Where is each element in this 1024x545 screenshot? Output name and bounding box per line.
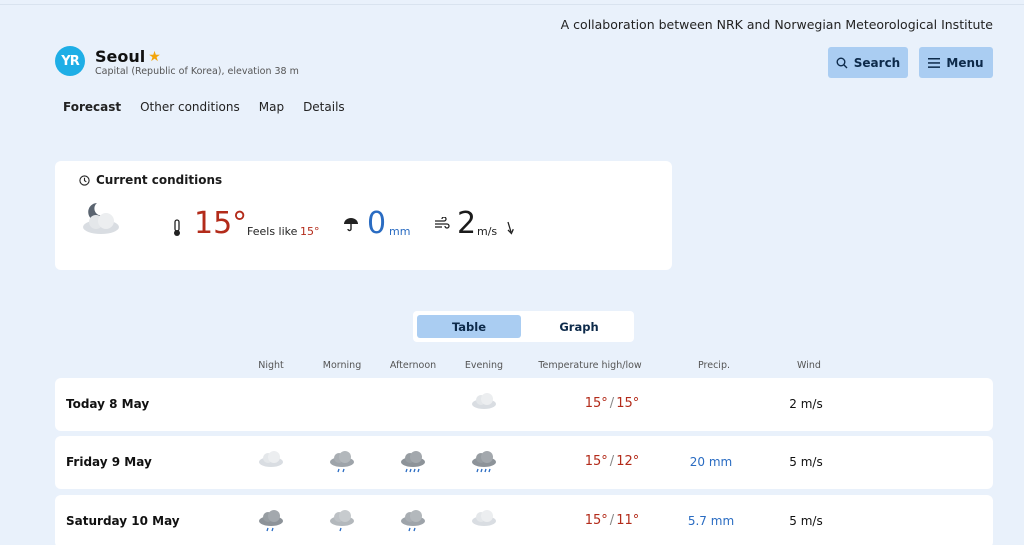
header-night: Night	[258, 360, 284, 371]
current-wind-value: 2	[457, 206, 477, 241]
feels-like-label: Feels like	[247, 225, 298, 238]
current-conditions-row: 15° Feels like 15° 0 mm 2 m/s	[79, 201, 659, 247]
logo-text: YR	[61, 53, 79, 69]
current-wind-unit: m/s	[477, 225, 498, 238]
temp-separator: /	[609, 513, 615, 528]
search-icon	[836, 57, 848, 68]
cloud-icon	[472, 393, 496, 409]
row-precip: 20 mm	[689, 455, 733, 469]
clock-icon	[79, 174, 90, 186]
rain-icon	[401, 451, 425, 473]
table-view-button[interactable]: Table	[417, 315, 521, 338]
umbrella-icon	[344, 218, 358, 232]
row-precip: 5.7 mm	[687, 514, 735, 528]
temp-low: 15°	[616, 396, 640, 411]
main-nav: Forecast Other conditions Map Details	[63, 100, 345, 114]
row-wind: 5 m/s	[789, 514, 823, 528]
tab-map[interactable]: Map	[259, 100, 284, 114]
row-wind: 2 m/s	[789, 397, 823, 411]
yr-logo[interactable]: YR	[55, 46, 85, 76]
favorite-star-icon[interactable]: ★	[148, 49, 161, 65]
temp-high: 15°	[584, 454, 608, 469]
current-conditions-card: Current conditions 15° Feels like 15° 0 …	[55, 161, 672, 270]
temp-low: 11°	[616, 513, 640, 528]
view-toggle: Table Graph	[413, 311, 634, 342]
row-temperature: 15°/12°	[585, 454, 639, 469]
search-label: Search	[853, 55, 901, 70]
search-button[interactable]: Search	[828, 47, 908, 78]
header-temperature: Temperature high/low	[538, 360, 642, 371]
temp-separator: /	[609, 396, 615, 411]
rain-icon	[259, 510, 283, 532]
menu-label: Menu	[946, 55, 984, 70]
row-date: Saturday 10 May	[66, 514, 180, 528]
location-subtitle: Capital (Republic of Korea), elevation 3…	[95, 66, 299, 77]
thermometer-icon	[174, 219, 180, 236]
cloud-icon	[259, 451, 283, 467]
row-wind: 5 m/s	[789, 455, 823, 469]
current-conditions-title: Current conditions	[96, 173, 223, 187]
wind-direction-arrow-icon	[507, 221, 514, 235]
header-precip: Precip.	[697, 360, 731, 371]
collaboration-text: A collaboration between NRK and Norwegia…	[560, 17, 993, 32]
current-conditions-heading: Current conditions	[79, 173, 222, 187]
forecast-row-friday[interactable]: Friday 9 May 15°/12° 20 mm 5 m/s	[55, 436, 993, 489]
hamburger-icon	[928, 57, 941, 68]
menu-button[interactable]: Menu	[919, 47, 993, 78]
tab-other-conditions[interactable]: Other conditions	[140, 100, 240, 114]
location-name: Seoul	[95, 47, 146, 66]
top-border	[0, 4, 1024, 5]
row-date: Friday 9 May	[66, 455, 152, 469]
temp-high: 15°	[584, 513, 608, 528]
header-afternoon: Afternoon	[389, 360, 437, 371]
rain-icon	[401, 510, 425, 532]
feels-like-value: 15°	[300, 225, 320, 238]
header-morning: Morning	[322, 360, 362, 371]
wind-icon	[435, 217, 450, 229]
current-precip-unit: mm	[389, 225, 411, 238]
forecast-row-today[interactable]: Today 8 May 15°/15° 2 m/s	[55, 378, 993, 431]
temp-separator: /	[609, 454, 615, 469]
header-wind: Wind	[797, 360, 821, 371]
temp-high: 15°	[584, 396, 608, 411]
cloud-icon	[472, 510, 496, 526]
light-rain-icon	[330, 510, 354, 532]
tab-details[interactable]: Details	[303, 100, 345, 114]
current-temperature: 15°	[194, 206, 248, 241]
tab-forecast[interactable]: Forecast	[63, 100, 121, 114]
rain-icon	[472, 451, 496, 473]
current-precip-value: 0	[367, 206, 387, 241]
partly-cloudy-night-icon	[83, 203, 119, 234]
location-title: Seoul ★	[95, 47, 161, 66]
graph-view-button[interactable]: Graph	[527, 315, 631, 338]
temp-low: 12°	[616, 454, 640, 469]
row-temperature: 15°/11°	[585, 513, 639, 528]
row-temperature: 15°/15°	[585, 396, 639, 411]
row-date: Today 8 May	[66, 397, 150, 411]
header-evening: Evening	[464, 360, 504, 371]
forecast-row-saturday[interactable]: Saturday 10 May 15°/11° 5.7 mm 5 m/s	[55, 495, 993, 545]
light-rain-icon	[330, 451, 354, 473]
